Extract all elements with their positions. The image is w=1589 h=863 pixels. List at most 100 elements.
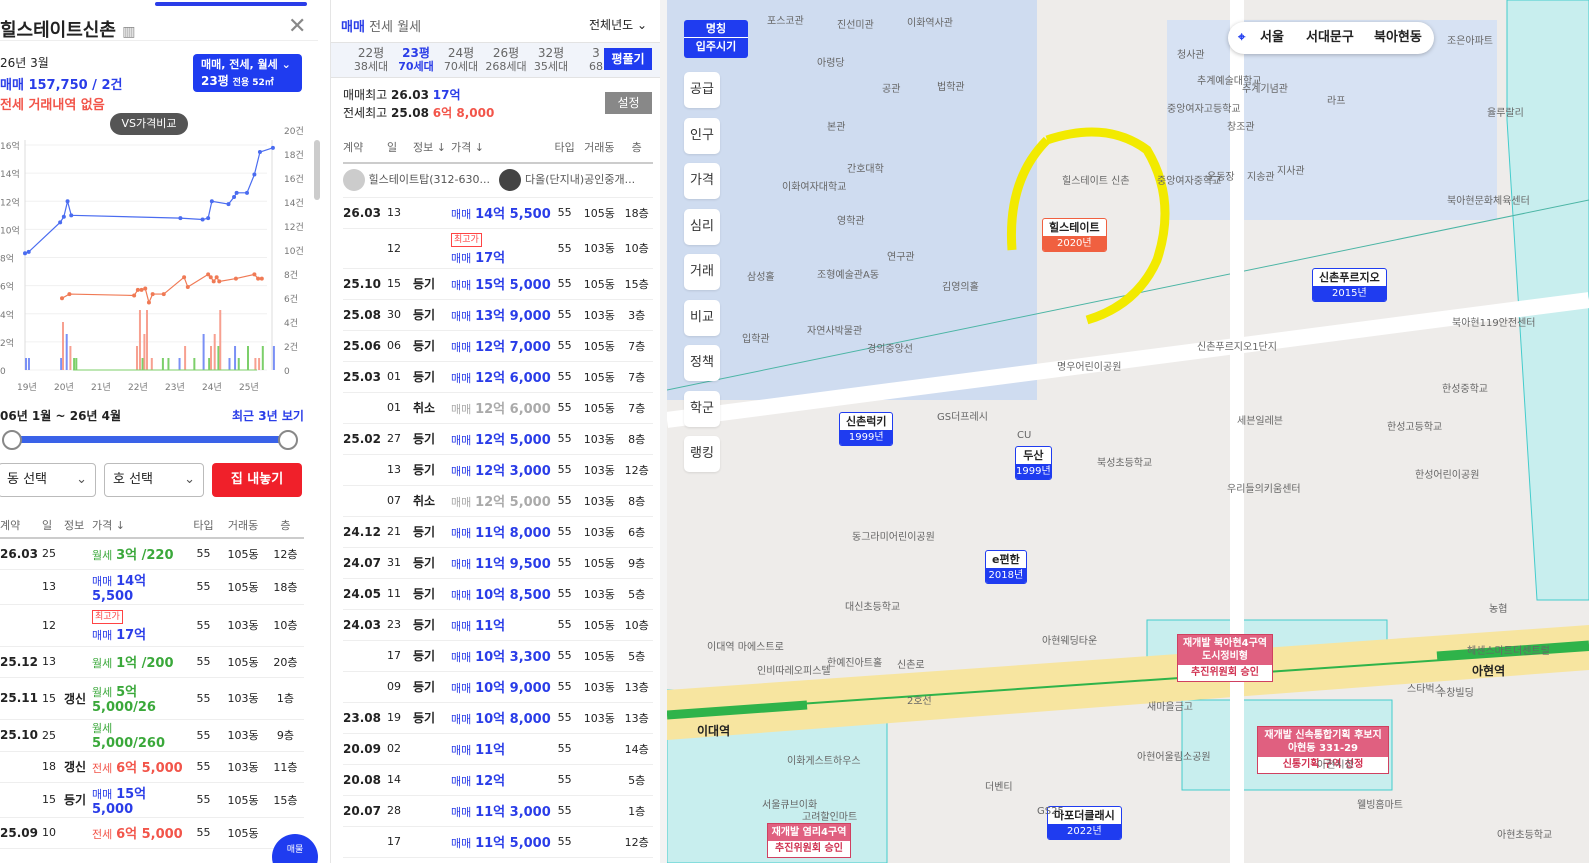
table-row[interactable]: 20.07 28 매매 11억 3,000 55 1층 xyxy=(343,795,653,826)
column-header[interactable]: 일 xyxy=(42,512,64,539)
column-header[interactable]: 정보 ↓ xyxy=(413,132,451,164)
map-menu-item[interactable]: 공급 xyxy=(684,72,720,108)
map-place-label[interactable]: 입학관 xyxy=(742,330,770,345)
redevelopment-label[interactable]: 재개발 북아현4구역 도시정비형 추진위원회 승인 xyxy=(1177,634,1273,682)
map-place-label[interactable]: 라프 xyxy=(1327,92,1345,107)
map-place-label[interactable]: 아현역 xyxy=(1472,662,1505,679)
map-place-label[interactable]: 한성중학교 xyxy=(1442,380,1488,395)
table-row[interactable]: 24.12 21 등기 매매 11억 8,000 55 103동 6층 xyxy=(343,516,653,547)
agent-avatar[interactable] xyxy=(343,169,365,192)
map-legend[interactable]: 명칭 입주시기 xyxy=(684,20,748,58)
map-place-label[interactable]: 고려할인마트 xyxy=(802,808,857,823)
map-place-label[interactable]: 조은아파트 xyxy=(1447,32,1493,47)
map-place-label[interactable]: 경의중앙선 xyxy=(867,340,913,355)
map-place-label[interactable]: 우리들의키움센터 xyxy=(1227,480,1301,495)
column-header[interactable]: 일 xyxy=(387,132,413,164)
map-place-label[interactable]: 지송관 xyxy=(1247,168,1275,183)
column-header[interactable]: 정보 xyxy=(64,512,92,539)
complex-marker[interactable]: e편한 2018년 xyxy=(985,550,1027,584)
map-place-label[interactable]: 한성고등학교 xyxy=(1387,418,1442,433)
table-row[interactable]: 24.03 23 등기 매매 11억 55 105동 10층 xyxy=(343,609,653,640)
map-place-label[interactable]: 삼성홀 xyxy=(747,268,775,283)
map-place-label[interactable]: GS더프레시 xyxy=(937,408,988,423)
map-place-label[interactable]: 연구관 xyxy=(887,248,915,263)
map-place-label[interactable]: 진선미관 xyxy=(837,16,874,31)
table-row[interactable]: 26.03 13 매매 14억 5,500 55 105동 18층 xyxy=(343,197,653,228)
map-menu-item[interactable]: 거래 xyxy=(684,254,720,290)
table-row[interactable]: 12 최고가 매매 17억 55 103동 10층 xyxy=(343,228,653,268)
map-place-label[interactable]: 이대역 xyxy=(697,722,730,739)
settings-button[interactable]: 설정 xyxy=(605,92,652,114)
table-row[interactable]: 20.08 14 매매 12억 55 5층 xyxy=(343,764,653,795)
map-place-label[interactable]: 아현웨딩타운 xyxy=(1042,632,1097,647)
table-row[interactable]: 17 등기 매매 10억 3,300 55 105동 5층 xyxy=(343,640,653,671)
table-row[interactable]: 26.03 25 월세 3억 /220 55 105동 12층 xyxy=(0,538,304,569)
map-place-label[interactable]: 아현시장 xyxy=(1317,756,1354,771)
list-home-button[interactable]: 집 내놓기 xyxy=(212,463,302,497)
breadcrumb-city[interactable]: 서울 xyxy=(1260,22,1284,54)
column-header[interactable]: 가격 ↓ xyxy=(92,512,188,539)
column-header[interactable]: 계약 xyxy=(0,512,42,539)
table-row[interactable]: 25.10 25 월세 5,000/260 55 103동 9층 xyxy=(0,719,304,751)
recent-3-years-link[interactable]: 최근 3년 보기 xyxy=(232,407,304,424)
column-header[interactable]: 가격 ↓ xyxy=(451,132,551,164)
map-place-label[interactable]: 이화역사관 xyxy=(907,14,953,29)
map-place-label[interactable]: 추계기념관 xyxy=(1242,80,1288,95)
map-place-label[interactable]: 아현어울림소공원 xyxy=(1137,748,1211,763)
agent-link[interactable]: 힐스테이트탑(312-630... xyxy=(369,173,490,186)
table-row[interactable]: 01 취소 매매 12억 6,000 55 105동 7층 xyxy=(343,392,653,423)
size-tab[interactable]: 23평 70세대 xyxy=(394,46,438,74)
column-header[interactable]: 층 xyxy=(266,512,304,539)
table-row[interactable]: 07 취소 매매 12억 5,000 55 103동 8층 xyxy=(343,485,653,516)
map-place-label[interactable]: 아령당 xyxy=(817,54,845,69)
column-header[interactable]: 거래동 xyxy=(578,132,621,164)
map-menu-item[interactable]: 학군 xyxy=(684,390,720,427)
map-place-label[interactable]: 한예진아트홀 xyxy=(827,654,882,669)
fold-sizes-button[interactable]: 평풀기 xyxy=(604,48,652,70)
map-place-label[interactable]: 신촌푸르지오1단지 xyxy=(1197,338,1277,353)
map-menu-item[interactable]: 랭킹 xyxy=(684,436,720,472)
map-place-label[interactable]: 힐스테이트 신촌 xyxy=(1062,172,1130,187)
table-row[interactable]: 23.08 19 등기 매매 10억 8,000 55 103동 13층 xyxy=(343,702,653,733)
range-slider-track[interactable] xyxy=(10,436,290,443)
map-menu-item[interactable]: 정책 xyxy=(684,345,720,381)
map-place-label[interactable]: 웰빙홈마트 xyxy=(1357,796,1403,811)
column-header[interactable]: 타입 xyxy=(188,512,220,539)
tab-monthly[interactable]: 월세 xyxy=(397,20,421,35)
table-row[interactable]: 24.05 11 등기 매매 10억 8,500 55 103동 5층 xyxy=(343,578,653,609)
map-place-label[interactable]: 북아현문화체육센터 xyxy=(1447,192,1530,207)
size-tab[interactable]: 32평 35세대 xyxy=(529,46,573,74)
map-place-label[interactable]: 영학관 xyxy=(837,212,865,227)
tab-jeonse[interactable]: 전세 xyxy=(369,20,393,35)
map-place-label[interactable]: 법학관 xyxy=(937,78,965,93)
map-place-label[interactable]: 이화게스트하우스 xyxy=(787,752,861,767)
range-slider-end-handle[interactable] xyxy=(278,430,298,450)
table-row[interactable]: 25.08 30 등기 매매 13억 9,000 55 103동 3층 xyxy=(343,299,653,330)
map-place-label[interactable]: 북아현119안전센터 xyxy=(1452,314,1536,329)
map-view[interactable]: 힐스테이트 2020년 신촌푸르지오 2015년 신촌럭키 1999년 두산 1999년 e편한… xyxy=(667,0,1589,863)
map-place-label[interactable]: 포스코관 xyxy=(767,12,804,27)
map-place-label[interactable]: 아현초등학교 xyxy=(1497,826,1552,841)
map-place-label[interactable]: 신촌로 xyxy=(897,656,925,671)
map-place-label[interactable]: 김영의홀 xyxy=(942,278,979,293)
table-row[interactable]: 24.07 31 등기 매매 11억 9,500 55 105동 9층 xyxy=(343,547,653,578)
table-row[interactable]: 17 매매 11억 5,000 55 12층 xyxy=(343,826,653,857)
map-place-label[interactable]: 간호대학 xyxy=(847,160,884,175)
map-place-label[interactable]: 새마을금고 xyxy=(1147,698,1193,713)
map-menu-item[interactable]: 인구 xyxy=(684,117,720,154)
table-row[interactable]: 13 등기 매매 12억 3,000 55 103동 12층 xyxy=(343,454,653,485)
map-menu-item[interactable]: 심리 xyxy=(684,208,720,245)
column-header[interactable]: 계약 xyxy=(343,132,387,164)
tab-sale[interactable]: 매매 xyxy=(341,20,365,35)
map-place-label[interactable]: CU xyxy=(1017,430,1031,441)
map-place-label[interactable]: 중앙여자중학교 xyxy=(1157,172,1221,187)
map-place-label[interactable]: 대신초등학교 xyxy=(845,598,900,613)
close-icon[interactable]: ✕ xyxy=(288,14,306,39)
table-row[interactable]: 25.11 15 갱신 월세 5억 5,000/26 55 103동 1층 xyxy=(0,677,304,719)
column-header[interactable]: 층 xyxy=(620,132,653,164)
map-place-label[interactable]: 이화여자대학교 xyxy=(782,178,846,193)
map-place-label[interactable]: 헤센스마트더센트럴 xyxy=(1467,642,1550,657)
map-place-label[interactable]: 조형예술관A동 xyxy=(817,266,879,281)
table-row[interactable]: 18 갱신 전세 6억 5,000 55 103동 11층 xyxy=(0,751,304,782)
table-row[interactable]: 15 등기 매매 15억 5,000 55 105동 15층 xyxy=(0,782,304,817)
